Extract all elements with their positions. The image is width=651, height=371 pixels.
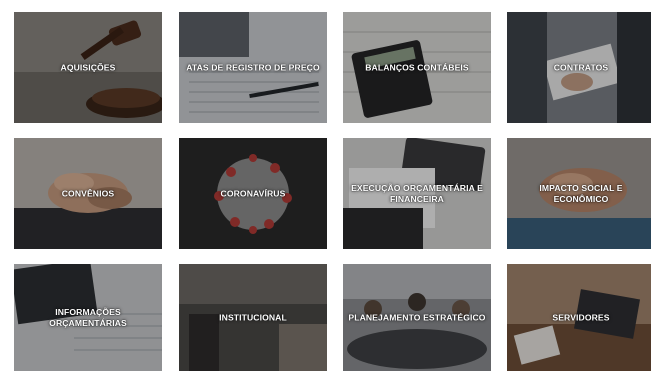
tile-servidores[interactable]: SERVIDORES	[507, 264, 651, 371]
tile-label: EXECUÇÃO ORÇAMENTÁRIA E FINANCEIRA	[351, 182, 483, 204]
tile-planejamento-estrategico[interactable]: PLANEJAMENTO ESTRATÉGICO	[343, 264, 491, 371]
tile-label: SERVIDORES	[552, 312, 610, 322]
tile-label: INSTITUCIONAL	[219, 312, 287, 322]
tile-label: PLANEJAMENTO ESTRATÉGICO	[348, 312, 486, 322]
tile-contratos[interactable]: CONTRATOS	[507, 12, 651, 123]
tile-label: ATAS DE REGISTRO DE PREÇO	[186, 62, 320, 72]
tile-label: CORONAVÍRUS	[220, 188, 286, 198]
tile-impacto-social[interactable]: IMPACTO SOCIAL E ECONÔMICO	[507, 138, 651, 249]
tile-informacoes-orcamentarias[interactable]: INFORMAÇÕES ORÇAMENTÁRIAS	[14, 264, 162, 371]
tile-label: INFORMAÇÕES ORÇAMENTÁRIAS	[49, 306, 127, 328]
tile-label: BALANÇOS CONTÁBEIS	[365, 62, 469, 72]
tile-label: CONVÊNIOS	[61, 188, 115, 198]
tile-aquisicoes[interactable]: AQUISIÇÕES	[14, 12, 162, 123]
tile-label: CONTRATOS	[553, 62, 609, 72]
tile-institucional[interactable]: INSTITUCIONAL	[179, 264, 327, 371]
tile-label: IMPACTO SOCIAL E ECONÔMICO	[539, 182, 623, 204]
tile-convenios[interactable]: CONVÊNIOS	[14, 138, 162, 249]
tile-atas-registro-preco[interactable]: ATAS DE REGISTRO DE PREÇO	[179, 12, 327, 123]
tile-balancos-contabeis[interactable]: BALANÇOS CONTÁBEIS	[343, 12, 491, 123]
tile-label: AQUISIÇÕES	[60, 62, 116, 72]
tile-coronavirus[interactable]: CORONAVÍRUS	[179, 138, 327, 249]
tile-execucao-orcamentaria[interactable]: EXECUÇÃO ORÇAMENTÁRIA E FINANCEIRA	[343, 138, 491, 249]
